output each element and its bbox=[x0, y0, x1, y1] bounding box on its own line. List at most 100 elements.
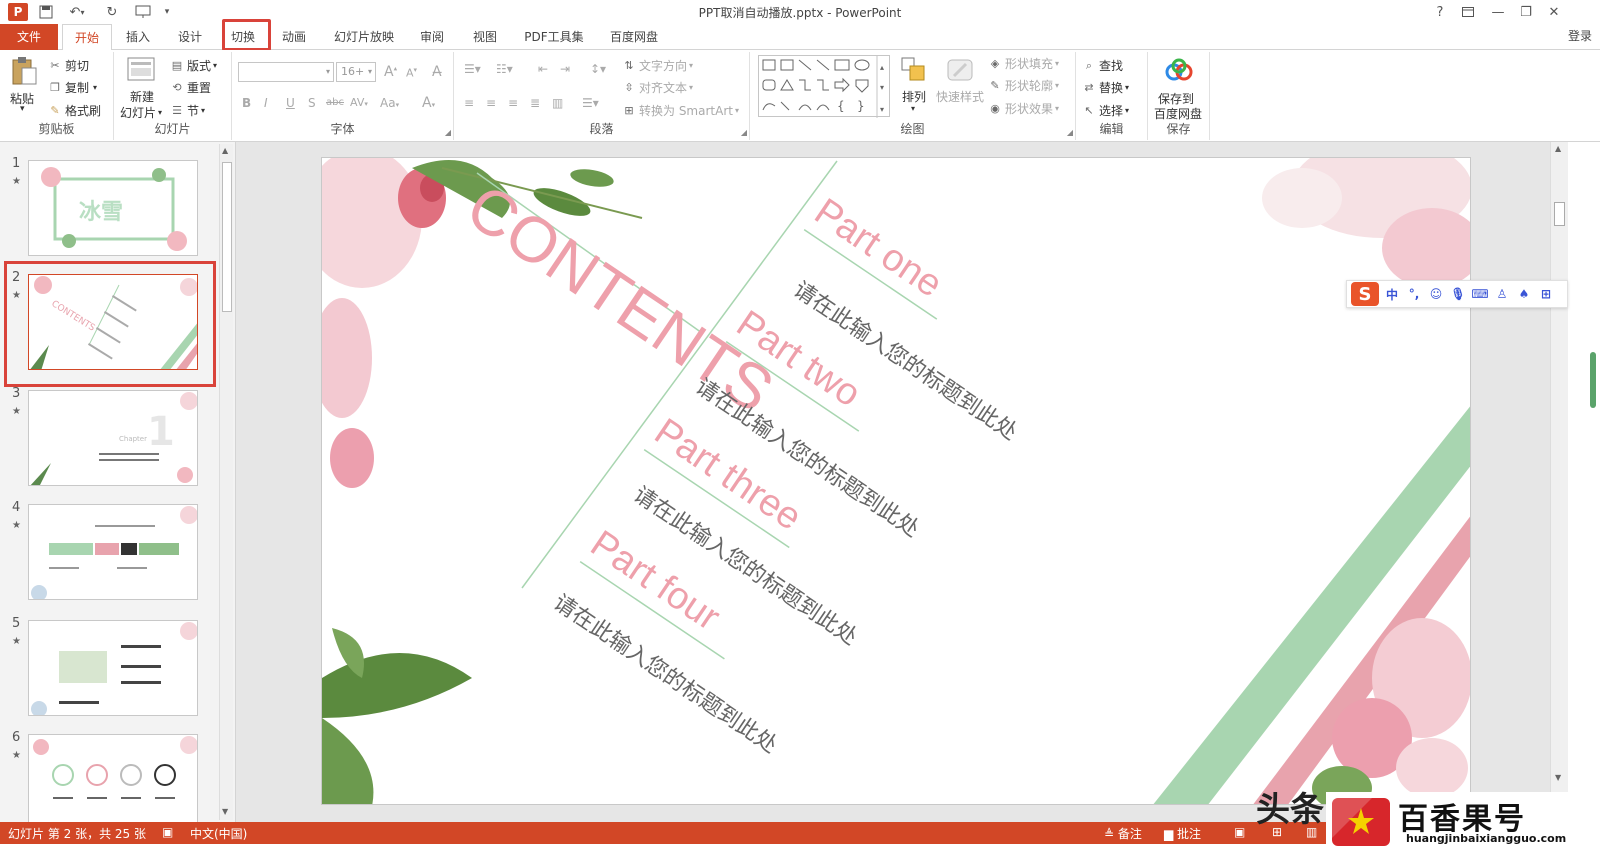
shrink-font-button[interactable]: A▾ bbox=[406, 66, 417, 80]
signin-link[interactable]: 登录 bbox=[1568, 27, 1592, 44]
align-text-button[interactable]: ⇳ 对齐文本 ▾ bbox=[622, 79, 693, 96]
thumbnail-scrollbar-thumb[interactable] bbox=[222, 162, 232, 312]
tab-insert[interactable]: 插入 bbox=[118, 24, 158, 50]
current-slide[interactable]: CONTENTS Part one 请在此输入您的标题到此处 Part two … bbox=[321, 157, 1471, 805]
slide-thumbnail-6[interactable] bbox=[28, 734, 198, 822]
character-spacing-button[interactable]: AV▾ bbox=[350, 96, 368, 109]
thumbnail-scrollbar[interactable]: ▲ ▼ bbox=[219, 144, 233, 820]
shape-fill-button[interactable]: ◈ 形状填充 ▾ bbox=[988, 55, 1059, 72]
clear-formatting-icon[interactable]: A̶ bbox=[432, 64, 442, 80]
scroll-up-icon[interactable]: ▲ bbox=[222, 146, 228, 155]
font-dialog-launcher-icon[interactable]: ◢ bbox=[445, 128, 451, 137]
ime-toolbar[interactable]: S 中 °, ☺ 🎙︎ ⌨ ♙ ♠ ⊞ bbox=[1346, 280, 1568, 308]
minimize-icon[interactable]: — bbox=[1484, 2, 1512, 22]
tab-baidu-netdisk[interactable]: 百度网盘 bbox=[602, 24, 666, 50]
tab-design[interactable]: 设计 bbox=[170, 24, 210, 50]
tab-review[interactable]: 审阅 bbox=[412, 24, 452, 50]
shapes-gallery[interactable]: {} ▴ ▾ ▾ bbox=[758, 55, 890, 118]
tab-home[interactable]: 开始 bbox=[62, 24, 112, 51]
tab-view[interactable]: 视图 bbox=[465, 24, 505, 50]
numbering-icon[interactable]: ☷▾ bbox=[496, 62, 513, 76]
part-4-subtitle[interactable]: 请在此输入您的标题到此处 bbox=[549, 590, 782, 758]
ribbon-display-options-icon[interactable] bbox=[1454, 2, 1482, 22]
tab-file[interactable]: 文件 bbox=[0, 24, 58, 50]
restore-icon[interactable]: ❐ bbox=[1512, 2, 1540, 22]
line-spacing-icon[interactable]: ↕▾ bbox=[590, 62, 606, 76]
strikethrough-button[interactable]: abc bbox=[326, 97, 344, 108]
tab-pdf-tools[interactable]: PDF工具集 bbox=[518, 24, 590, 50]
cut-button[interactable]: ✂ 剪切 bbox=[48, 57, 89, 74]
baidu-cloud-icon[interactable] bbox=[1164, 58, 1194, 88]
arrange-dropdown-icon[interactable]: ▾ bbox=[911, 104, 915, 113]
new-slide-icon[interactable] bbox=[126, 56, 156, 86]
arrange-icon[interactable] bbox=[900, 56, 930, 86]
tab-animations[interactable]: 动画 bbox=[274, 24, 314, 50]
italic-button[interactable]: I bbox=[264, 96, 268, 110]
text-shadow-button[interactable]: S bbox=[308, 96, 316, 110]
format-painter-button[interactable]: ✎ 格式刷 bbox=[48, 102, 101, 119]
quick-styles-icon[interactable] bbox=[946, 56, 976, 86]
reset-button[interactable]: ⟲ 重置 bbox=[170, 79, 211, 96]
shape-effects-button[interactable]: ◉ 形状效果 ▾ bbox=[988, 100, 1059, 117]
ime-mode-toggle[interactable]: 中 bbox=[1383, 286, 1401, 303]
columns-icon[interactable]: ▥ bbox=[552, 96, 563, 110]
skin-icon[interactable]: ♠ bbox=[1515, 287, 1533, 301]
editor-vertical-scrollbar[interactable]: ▲ ▼ ⏶ ⏷ bbox=[1550, 142, 1568, 822]
microphone-icon[interactable]: 🎙︎ bbox=[1449, 287, 1467, 301]
user-icon[interactable]: ♙ bbox=[1493, 287, 1511, 301]
grow-font-button[interactable]: A▴ bbox=[384, 64, 397, 80]
bold-button[interactable]: B bbox=[242, 96, 251, 110]
keyboard-icon[interactable]: ⌨ bbox=[1471, 287, 1489, 301]
layout-button[interactable]: ▤ 版式 ▾ bbox=[170, 57, 217, 74]
copy-button[interactable]: ❐ 复制 ▾ bbox=[48, 79, 97, 96]
sogou-logo-icon[interactable]: S bbox=[1351, 282, 1379, 306]
paste-dropdown-icon[interactable]: ▾ bbox=[20, 104, 25, 114]
shape-outline-button[interactable]: ✎ 形状轮廓 ▾ bbox=[988, 77, 1059, 94]
slide-thumbnail-1[interactable]: 冰雪 bbox=[28, 160, 198, 256]
notes-button[interactable]: ≜ 备注 bbox=[1104, 825, 1142, 842]
align-center-icon[interactable]: ≡ bbox=[486, 96, 496, 110]
font-size-combo[interactable]: 16+ ▾ bbox=[336, 62, 376, 82]
part-1-title[interactable]: Part one bbox=[807, 191, 950, 306]
underline-button[interactable]: U bbox=[286, 96, 295, 110]
arrange-button[interactable]: 排列 bbox=[902, 88, 926, 105]
editor-scrollbar-thumb[interactable] bbox=[1554, 202, 1565, 226]
text-direction-button[interactable]: ⇅ 文字方向 ▾ bbox=[622, 57, 693, 74]
bullets-icon[interactable]: ☰▾ bbox=[464, 62, 481, 76]
find-button[interactable]: ⌕ 查找 bbox=[1082, 57, 1123, 74]
new-slide-button[interactable]: 新建 bbox=[130, 88, 154, 105]
close-icon[interactable]: ✕ bbox=[1540, 2, 1568, 22]
quick-styles-button[interactable]: 快速样式 bbox=[936, 88, 984, 105]
select-button[interactable]: ↖ 选择 ▾ bbox=[1082, 102, 1129, 119]
increase-indent-icon[interactable]: ⇥ bbox=[560, 62, 570, 76]
change-case-button[interactable]: Aa▾ bbox=[380, 96, 399, 110]
align-right-icon[interactable]: ≡ bbox=[508, 96, 518, 110]
help-button[interactable]: ? bbox=[1426, 2, 1454, 22]
tab-slideshow[interactable]: 幻灯片放映 bbox=[328, 24, 400, 50]
toolbox-icon[interactable]: ⊞ bbox=[1537, 287, 1555, 301]
decrease-indent-icon[interactable]: ⇤ bbox=[538, 62, 548, 76]
section-button[interactable]: ☰ 节 ▾ bbox=[170, 102, 205, 119]
ime-punctuation-toggle[interactable]: °, bbox=[1405, 287, 1423, 301]
scroll-down-icon[interactable]: ▼ bbox=[1555, 773, 1561, 782]
language-status[interactable]: 中文(中国) bbox=[190, 825, 247, 842]
distributed-icon[interactable]: ☰▾ bbox=[582, 96, 599, 110]
normal-view-icon[interactable]: ▣ bbox=[1234, 825, 1245, 839]
font-family-combo[interactable]: ▾ bbox=[238, 62, 334, 82]
slide-thumbnail-4[interactable] bbox=[28, 504, 198, 600]
font-color-button[interactable]: A▾ bbox=[422, 95, 435, 111]
emoji-icon[interactable]: ☺ bbox=[1427, 287, 1445, 301]
convert-smartart-button[interactable]: ⊞ 转换为 SmartArt ▾ bbox=[622, 102, 739, 119]
paragraph-dialog-launcher-icon[interactable]: ◢ bbox=[741, 128, 747, 137]
slide-thumbnail-3[interactable]: 1 Chapter bbox=[28, 390, 198, 486]
slide-thumbnail-5[interactable] bbox=[28, 620, 198, 716]
scroll-down-icon[interactable]: ▼ bbox=[222, 807, 228, 816]
justify-icon[interactable]: ≣ bbox=[530, 96, 540, 110]
drawing-dialog-launcher-icon[interactable]: ◢ bbox=[1067, 128, 1073, 137]
align-left-icon[interactable]: ≡ bbox=[464, 96, 474, 110]
spell-check-icon[interactable]: ▣ bbox=[162, 825, 173, 839]
scroll-up-icon[interactable]: ▲ bbox=[1555, 144, 1561, 153]
new-slide-button-2[interactable]: 幻灯片 ▾ bbox=[120, 104, 162, 121]
paste-icon[interactable] bbox=[10, 56, 40, 86]
comments-button[interactable]: ▆ 批注 bbox=[1164, 825, 1201, 842]
